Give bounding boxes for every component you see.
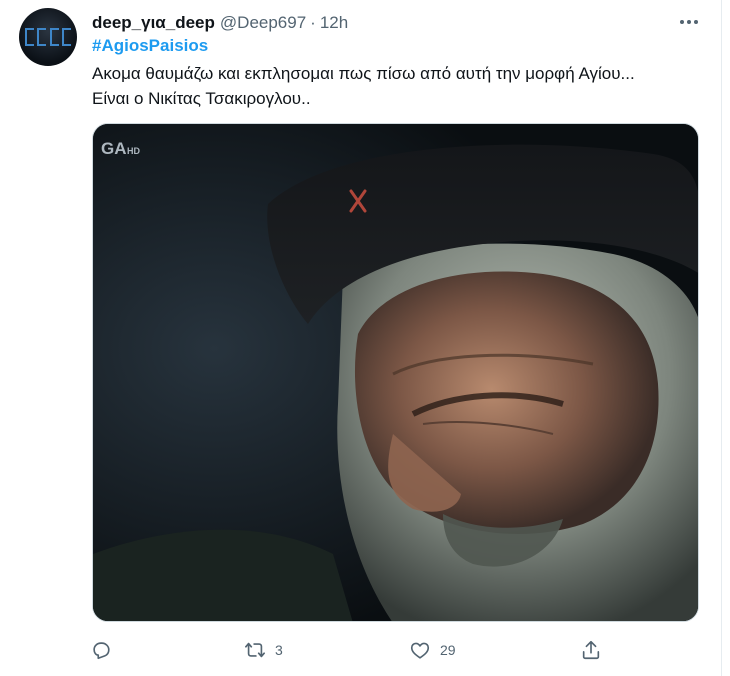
tweet-actions: 3 29 (0, 632, 730, 668)
heart-icon (410, 642, 430, 659)
reply-button[interactable] (90, 632, 121, 668)
share-icon (582, 640, 600, 660)
like-button[interactable]: 29 (409, 632, 456, 668)
avatar[interactable] (19, 8, 77, 66)
tweet-media-image[interactable]: GA HD (92, 123, 699, 622)
retweet-icon (245, 642, 265, 658)
photo-portrait: GA HD (93, 124, 698, 621)
tweet-header: deep_για_deep @Deep697 · 12h (92, 12, 348, 34)
more-horizontal-icon (680, 20, 698, 24)
tweet-time[interactable]: 12h (320, 13, 348, 33)
retweet-button[interactable]: 3 (244, 632, 283, 668)
display-name[interactable]: deep_για_deep (92, 13, 215, 33)
hashtag-link[interactable]: #AgiosPaisios (92, 36, 208, 56)
reply-icon (93, 642, 110, 660)
timeline-border (721, 0, 722, 676)
more-options-button[interactable] (677, 10, 701, 34)
separator-dot: · (310, 13, 316, 32)
avatar-logo (25, 28, 71, 46)
retweet-count: 3 (275, 642, 283, 658)
user-handle[interactable]: @Deep697 (220, 13, 306, 33)
like-count: 29 (440, 642, 456, 658)
channel-watermark-hd: HD (127, 146, 140, 156)
tweet-text-line-2: Είναι ο Νικίτας Τσακιρογλου.. (92, 89, 311, 108)
tweet-text-line-1: Ακομα θαυμάζω και εκπλησομαι πως πίσω απ… (92, 64, 635, 83)
tweet-card[interactable]: deep_για_deep @Deep697 · 12h #AgiosPaisi… (0, 0, 730, 676)
share-button[interactable] (580, 632, 602, 668)
channel-watermark: GA (101, 139, 127, 158)
